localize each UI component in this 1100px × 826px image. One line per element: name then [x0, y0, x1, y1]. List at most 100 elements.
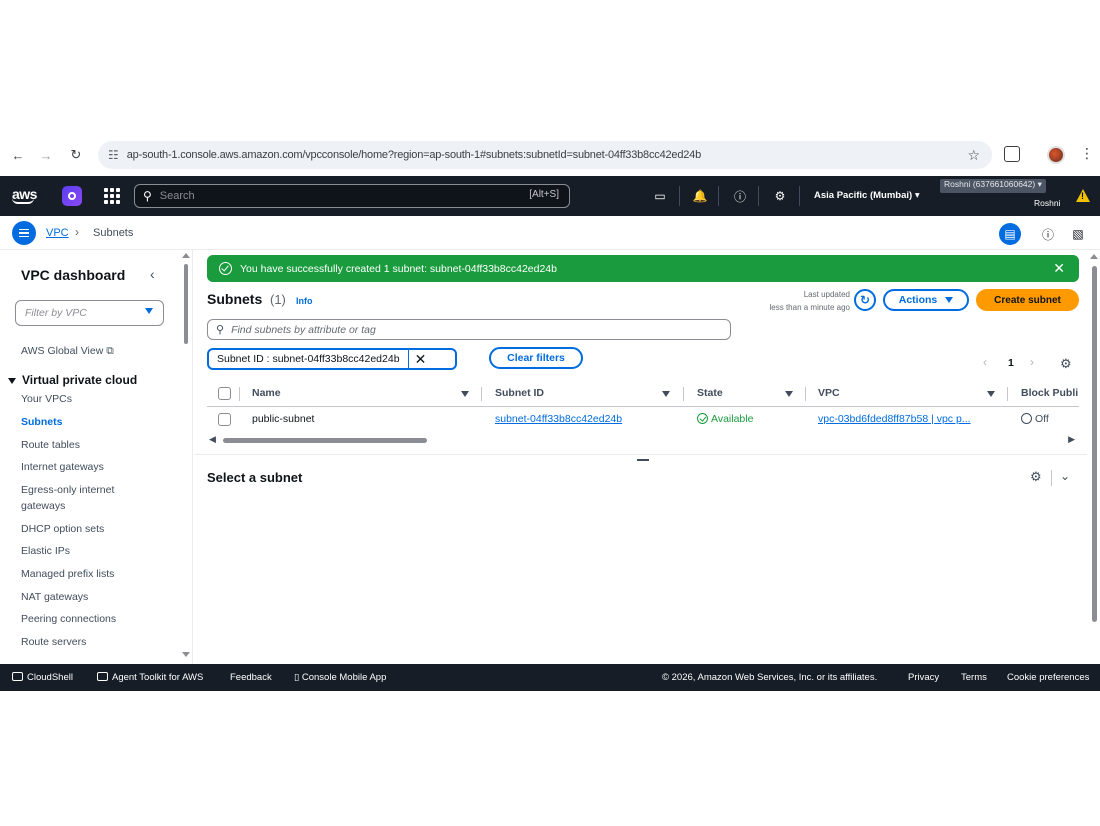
find-subnets-input[interactable]: ⚲ Find subnets by attribute or tag [207, 319, 731, 340]
cell-vpc-link[interactable]: vpc-03bd6fded8ff87b58 | vpc p... [818, 413, 971, 425]
global-search[interactable]: ⚲ [Alt+S] [134, 184, 570, 208]
subnet-count: (1) [270, 292, 286, 307]
footer-feedback[interactable]: Feedback [230, 672, 272, 683]
account-menu[interactable]: Roshni (637661060642) ▾ [940, 179, 1046, 193]
info-link[interactable]: Info [296, 296, 313, 306]
footer-agent-toolkit[interactable]: Agent Toolkit for AWS [97, 672, 203, 683]
sidebar-scrollbar[interactable] [184, 264, 188, 344]
bookmark-star-icon[interactable]: ☆ [967, 147, 980, 164]
cell-subnet-id-link[interactable]: subnet-04ff33b8cc42ed24b [495, 413, 622, 425]
sort-caret-icon[interactable] [461, 391, 469, 397]
sidebar-item-dhcp-option-sets[interactable]: DHCP option sets [21, 521, 141, 537]
tutorial-panel-icon[interactable]: ▧ [1067, 223, 1089, 245]
close-sidebar-icon[interactable]: ‹ [150, 266, 155, 282]
filter-by-vpc-select[interactable]: Filter by VPC [15, 300, 164, 326]
aws-logo[interactable]: aws [12, 186, 37, 204]
sort-caret-icon[interactable] [785, 391, 793, 397]
collapse-split-panel-chevron-icon[interactable]: ⌄ [1060, 469, 1070, 483]
site-settings-icon[interactable]: ☷ [108, 148, 119, 162]
split-panel-preferences-gear-icon[interactable]: ⚙ [1030, 469, 1042, 485]
warning-icon[interactable] [1076, 189, 1090, 202]
cell-block-public-access: Off [1021, 413, 1049, 425]
table-horizontal-scrollbar[interactable]: ◀ ▶ [207, 433, 1079, 447]
success-check-icon [219, 262, 232, 275]
aws-global-view-link[interactable]: AWS Global View ⧉ [21, 345, 114, 358]
row-checkbox[interactable] [218, 413, 231, 426]
breadcrumb-vpc-link[interactable]: VPC [46, 227, 69, 239]
sidebar-item-internet-gateways[interactable]: Internet gateways [21, 459, 141, 475]
sidebar-title[interactable]: VPC dashboard [21, 267, 125, 283]
sidebar-item-route-servers[interactable]: Route servers [21, 634, 141, 650]
footer-cloudshell[interactable]: CloudShell [12, 672, 73, 683]
column-header-vpc[interactable]: VPC [818, 387, 840, 399]
user-name: Roshni [1034, 198, 1061, 208]
column-header-block-public-access[interactable]: Block Publi [1021, 387, 1078, 399]
footer-privacy-link[interactable]: Privacy [908, 672, 939, 683]
dismiss-flash-icon[interactable]: ✕ [1053, 260, 1065, 277]
sidebar-scroll-up[interactable] [182, 253, 190, 258]
info-panel-icon[interactable]: ⓘ [1037, 223, 1059, 245]
sidebar-item-subnets[interactable]: Subnets [21, 414, 141, 430]
main-scrollbar[interactable] [1092, 266, 1097, 622]
filter-token-label[interactable]: Subnet ID : subnet-04ff33b8cc42ed24b [209, 350, 409, 368]
next-page-icon[interactable]: › [1030, 355, 1034, 369]
sidebar-item-managed-prefix-lists[interactable]: Managed prefix lists [21, 566, 141, 582]
breadcrumb-current: Subnets [93, 227, 134, 239]
clear-filters-button[interactable]: Clear filters [489, 347, 583, 369]
column-header-state[interactable]: State [697, 387, 723, 399]
actions-button[interactable]: Actions [883, 289, 969, 311]
scroll-left-icon[interactable]: ◀ [209, 434, 216, 445]
global-search-input[interactable] [159, 190, 490, 202]
previous-page-icon[interactable]: ‹ [983, 355, 987, 369]
sidebar-item-nat-gateways[interactable]: NAT gateways [21, 589, 141, 605]
filter-by-vpc-placeholder: Filter by VPC [25, 307, 87, 319]
settings-gear-icon[interactable]: ⚙ [772, 188, 788, 204]
sort-caret-icon[interactable] [662, 391, 670, 397]
column-header-subnet-id[interactable]: Subnet ID [495, 387, 544, 399]
split-panel-resize-handle[interactable] [637, 459, 649, 461]
remove-filter-icon[interactable]: ✕ [409, 351, 433, 368]
extensions-icon[interactable] [1004, 146, 1020, 162]
footer-terms-link[interactable]: Terms [961, 672, 987, 683]
table-preferences-gear-icon[interactable]: ⚙ [1060, 356, 1072, 372]
sidebar-item-your-vpcs[interactable]: Your VPCs [21, 391, 141, 407]
forward-icon[interactable]: → [36, 145, 56, 165]
back-icon[interactable]: ← [8, 145, 28, 165]
profile-avatar[interactable] [1047, 146, 1065, 164]
sidebar-item-route-tables[interactable]: Route tables [21, 437, 141, 453]
sidebar-item-egress-only-internet-gateways[interactable]: Egress-only internet gateways [21, 482, 136, 514]
table-header: Name Subnet ID State VPC Block Publi [207, 381, 1079, 407]
column-header-name[interactable]: Name [252, 387, 281, 399]
table-row[interactable]: public-subnet subnet-04ff33b8cc42ed24b A… [207, 407, 1079, 433]
cloudshell-icon[interactable]: ▭ [652, 188, 668, 204]
filter-token[interactable]: Subnet ID : subnet-04ff33b8cc42ed24b ✕ [207, 348, 457, 370]
current-page-number[interactable]: 1 [1008, 357, 1014, 369]
sidebar-item-peering-connections[interactable]: Peering connections [21, 611, 141, 627]
search-icon: ⚲ [143, 189, 152, 203]
sidebar-scroll-down[interactable] [182, 652, 190, 657]
help-icon[interactable]: ⓘ [732, 188, 748, 204]
region-selector[interactable]: Asia Pacific (Mumbai) ▾ [814, 190, 920, 201]
refresh-button[interactable]: ↻ [854, 289, 876, 311]
main-scroll-up[interactable] [1090, 254, 1098, 259]
breadcrumb: VPC › Subnets ▤ ⓘ ▧ [0, 216, 1100, 250]
console-footer: CloudShell Agent Toolkit for AWS Feedbac… [0, 664, 1100, 691]
notes-panel-icon[interactable]: ▤ [999, 223, 1021, 245]
amazon-q-icon[interactable] [62, 186, 82, 206]
sidebar-section-virtual-private-cloud[interactable]: Virtual private cloud [8, 373, 137, 387]
search-icon: ⚲ [216, 324, 225, 336]
footer-cookie-preferences-link[interactable]: Cookie preferences [1007, 672, 1089, 683]
sidebar-item-elastic-ips[interactable]: Elastic IPs [21, 543, 141, 559]
select-all-checkbox[interactable] [218, 387, 231, 400]
services-grid-icon[interactable] [104, 188, 120, 204]
reload-icon[interactable]: ↻ [66, 145, 86, 165]
footer-console-mobile-app[interactable]: ▯ Console Mobile App [294, 672, 386, 683]
address-bar[interactable]: ☷ ap-south-1.console.aws.amazon.com/vpcc… [98, 141, 992, 169]
sort-caret-icon[interactable] [987, 391, 995, 397]
browser-menu-icon[interactable]: ⋮ [1080, 145, 1094, 162]
create-subnet-button[interactable]: Create subnet [976, 289, 1079, 311]
side-navigation-toggle[interactable] [12, 221, 36, 245]
scroll-right-icon[interactable]: ▶ [1068, 434, 1075, 445]
horizontal-scroll-thumb[interactable] [223, 438, 427, 443]
notifications-bell-icon[interactable]: 🔔 [692, 188, 708, 204]
